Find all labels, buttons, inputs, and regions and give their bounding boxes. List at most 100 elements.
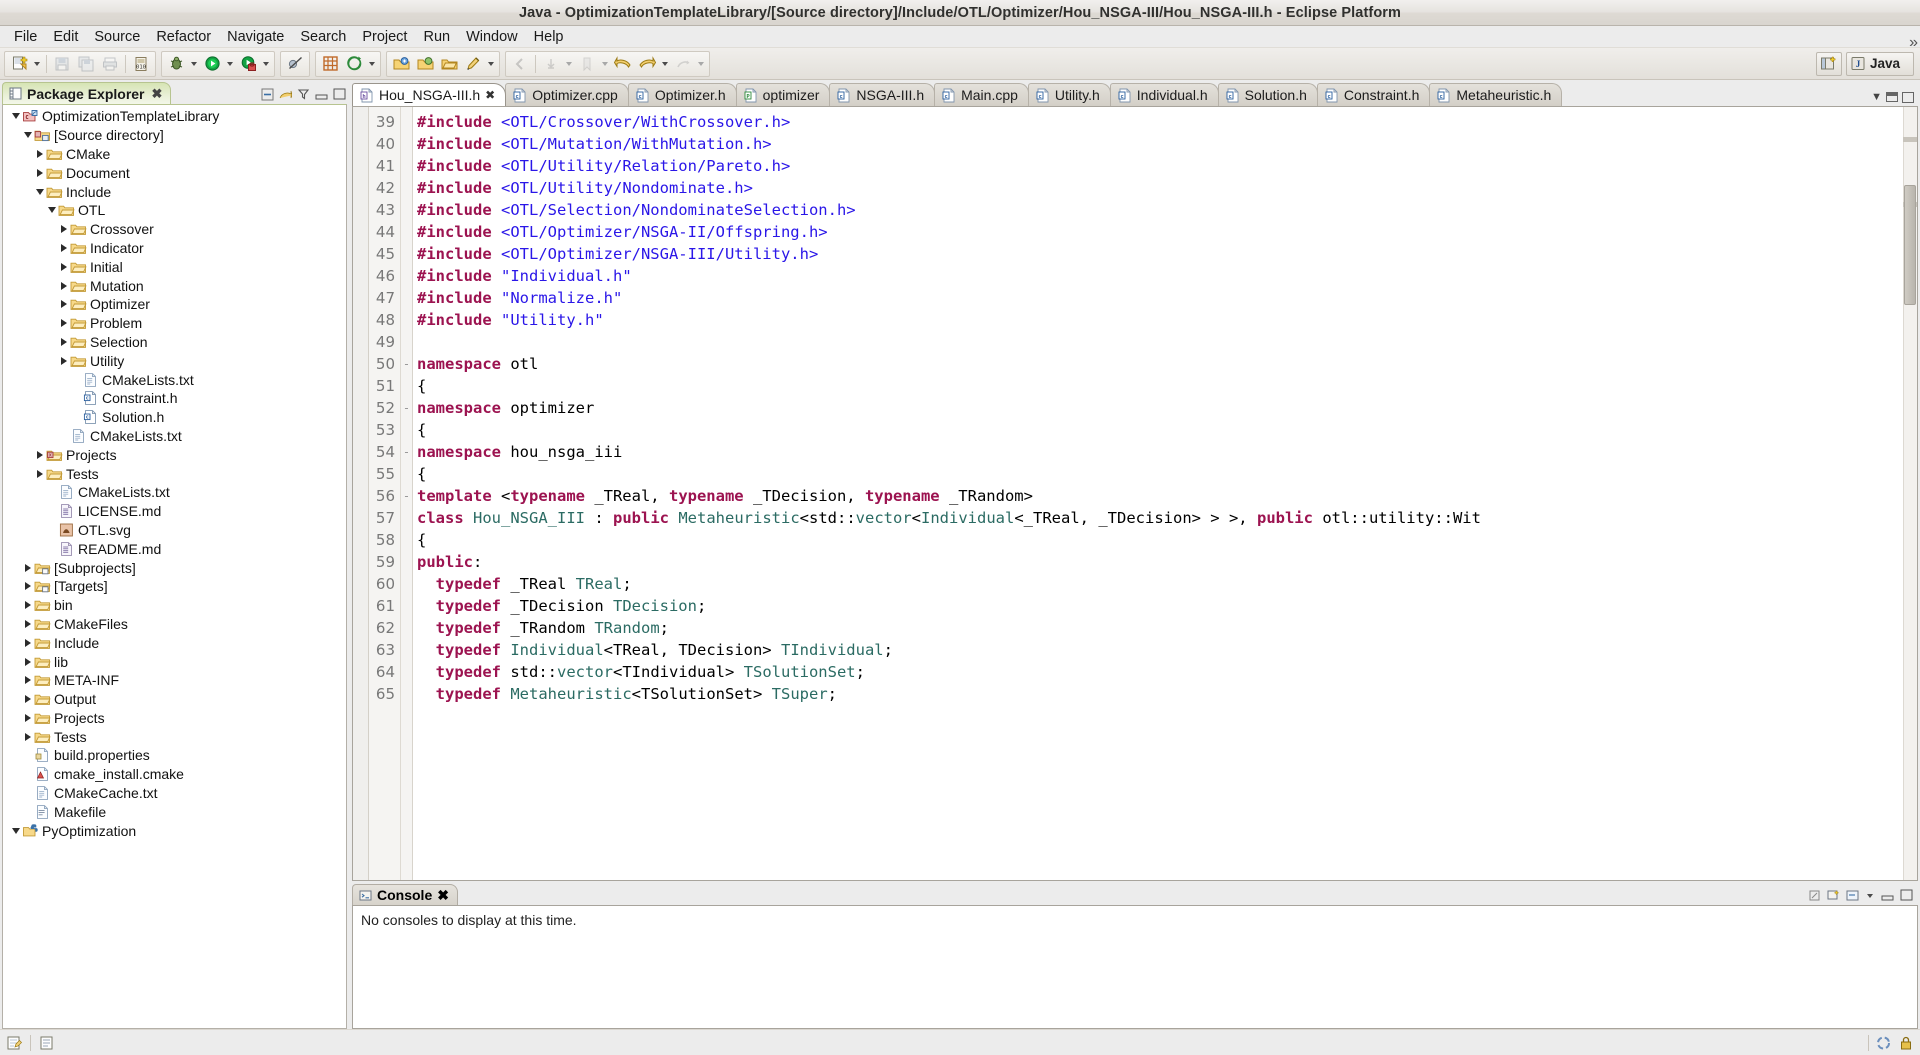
lock-icon[interactable]	[1898, 1035, 1914, 1051]
search-icon[interactable]	[342, 52, 366, 76]
collapse-all-icon[interactable]	[260, 87, 275, 102]
tree-item[interactable]: Initial	[3, 257, 346, 276]
tree-twisty-right-icon[interactable]	[21, 634, 34, 652]
forward-icon[interactable]	[635, 52, 659, 76]
tree-twisty-right-icon[interactable]	[21, 653, 34, 671]
minimize-icon[interactable]	[314, 87, 329, 102]
source-editor[interactable]: 39 40 41 42 43 44 45 46 47 48 49 50 51 52 53 54 55 56 57 58…	[352, 106, 1918, 881]
tree-item[interactable]: [Targets]	[3, 577, 346, 596]
next-annotation-icon[interactable]	[539, 52, 563, 76]
tree-item[interactable]: [Subprojects]	[3, 558, 346, 577]
tree-item[interactable]: Tests	[3, 727, 346, 746]
last-edit-dropdown[interactable]	[695, 52, 707, 76]
tree-item[interactable]: [Source directory]	[3, 126, 346, 145]
tree-twisty-right-icon[interactable]	[21, 728, 34, 746]
tree-item[interactable]: README.md	[3, 539, 346, 558]
perspective-java-button[interactable]: J Java	[1845, 51, 1914, 76]
scrollbar-thumb[interactable]	[1904, 185, 1916, 305]
tree-twisty-right-icon[interactable]	[57, 258, 70, 276]
tree-item[interactable]: Problem	[3, 314, 346, 333]
tree-item[interactable]: CMakeLists.txt	[3, 483, 346, 502]
editor-tab-metaheuristic-h[interactable]: c Metaheuristic.h	[1429, 83, 1563, 106]
tree-twisty-right-icon[interactable]	[57, 333, 70, 351]
forward-dropdown[interactable]	[659, 52, 671, 76]
maximize-icon[interactable]	[1902, 91, 1914, 103]
open-type-icon[interactable]	[389, 52, 413, 76]
tree-item[interactable]: OTL	[3, 201, 346, 220]
open-perspective-button[interactable]	[1815, 51, 1842, 76]
menu-search[interactable]: Search	[292, 27, 354, 47]
tree-twisty-right-icon[interactable]	[21, 615, 34, 633]
build-icon[interactable]: 010	[129, 52, 153, 76]
maximize-icon[interactable]	[332, 87, 347, 102]
debug-dropdown[interactable]	[188, 52, 200, 76]
menu-window[interactable]: Window	[458, 27, 526, 47]
tree-twisty-right-icon[interactable]	[33, 164, 46, 182]
tree-twisty-down-icon[interactable]	[21, 126, 34, 144]
tree-item[interactable]: META-INF	[3, 671, 346, 690]
tree-item[interactable]: Projects	[3, 709, 346, 728]
bookmark-icon[interactable]	[575, 52, 599, 76]
marker-icon[interactable]	[461, 52, 485, 76]
tree-item[interactable]: cmake_install.cmake	[3, 765, 346, 784]
open-resource-icon[interactable]	[437, 52, 461, 76]
editor-tab-constraint-h[interactable]: c Constraint.h	[1316, 83, 1431, 106]
new-console-icon[interactable]	[1826, 888, 1841, 903]
tree-twisty-right-icon[interactable]	[57, 239, 70, 257]
tree-twisty-down-icon[interactable]	[9, 107, 22, 125]
last-edit-icon[interactable]	[671, 52, 695, 76]
close-icon[interactable]: ✖	[437, 887, 449, 904]
tab-console[interactable]: Console ✖	[352, 884, 458, 905]
tree-item[interactable]: bin	[3, 596, 346, 615]
editor-tab-individual-h[interactable]: c Individual.h	[1109, 83, 1219, 106]
tree-item[interactable]: C OptimizationTemplateLibrary	[3, 107, 346, 126]
search-dropdown[interactable]	[366, 52, 378, 76]
skip-breakpoints-icon[interactable]	[283, 52, 307, 76]
prev-annotation-icon[interactable]	[508, 52, 532, 76]
external-tools-dropdown[interactable]	[260, 52, 272, 76]
new-wizard-icon[interactable]	[7, 52, 31, 76]
console-output[interactable]: No consoles to display at this time.	[352, 905, 1918, 1029]
tree-item[interactable]: CMakeLists.txt	[3, 427, 346, 446]
menu-run[interactable]: Run	[415, 27, 458, 47]
tree-item[interactable]: CMakeLists.txt	[3, 370, 346, 389]
tree-twisty-right-icon[interactable]	[21, 671, 34, 689]
tree-item[interactable]: OTL.svg	[3, 521, 346, 540]
tree-item[interactable]: Makefile	[3, 802, 346, 821]
tree-item[interactable]: Document	[3, 163, 346, 182]
tree-item[interactable]: Output	[3, 690, 346, 709]
annotation-dropdown[interactable]	[563, 52, 575, 76]
tree-twisty-right-icon[interactable]	[33, 446, 46, 464]
back-icon[interactable]	[611, 52, 635, 76]
fold-toggle-icon[interactable]: -	[401, 485, 412, 507]
tree-twisty-down-icon[interactable]	[33, 183, 46, 201]
open-console-icon[interactable]	[1845, 888, 1860, 903]
console-dropdown[interactable]	[1864, 889, 1876, 902]
folding-ruler[interactable]: - - - -	[401, 107, 413, 880]
tree-item[interactable]: lib	[3, 652, 346, 671]
menu-help[interactable]: Help	[526, 27, 572, 47]
close-icon[interactable]: ✖	[485, 88, 495, 102]
tree-item[interactable]: CMakeFiles	[3, 615, 346, 634]
tree-twisty-right-icon[interactable]	[21, 690, 34, 708]
editor-tab-main-cpp[interactable]: c Main.cpp	[934, 83, 1029, 106]
save-icon[interactable]	[50, 52, 74, 76]
tree-item[interactable]: CMake	[3, 145, 346, 164]
editor-tab-hou-nsga-iii-h[interactable]: h Hou_NSGA-III.h ✖	[352, 83, 507, 106]
chevron-down-icon[interactable]: ▼	[1871, 91, 1882, 103]
code-text[interactable]: #include <OTL/Crossover/WithCrossover.h>…	[413, 107, 1917, 880]
project-tree[interactable]: C OptimizationTemplateLibrary [Source dire…	[2, 104, 347, 1029]
minimize-icon[interactable]	[1886, 92, 1898, 102]
tab-package-explorer[interactable]: Package Explorer ✖	[2, 82, 172, 104]
tree-twisty-right-icon[interactable]	[21, 709, 34, 727]
tree-item[interactable]: Include	[3, 182, 346, 201]
menu-refactor[interactable]: Refactor	[148, 27, 219, 47]
tree-twisty-right-icon[interactable]	[57, 277, 70, 295]
tree-twisty-right-icon[interactable]	[57, 220, 70, 238]
tree-item[interactable]: Utility	[3, 351, 346, 370]
tree-item[interactable]: LICENSE.md	[3, 502, 346, 521]
tree-item[interactable]: Include	[3, 633, 346, 652]
tree-item[interactable]: x Projects	[3, 445, 346, 464]
menu-navigate[interactable]: Navigate	[219, 27, 292, 47]
editor-tab-solution-h[interactable]: c Solution.h	[1217, 83, 1318, 106]
